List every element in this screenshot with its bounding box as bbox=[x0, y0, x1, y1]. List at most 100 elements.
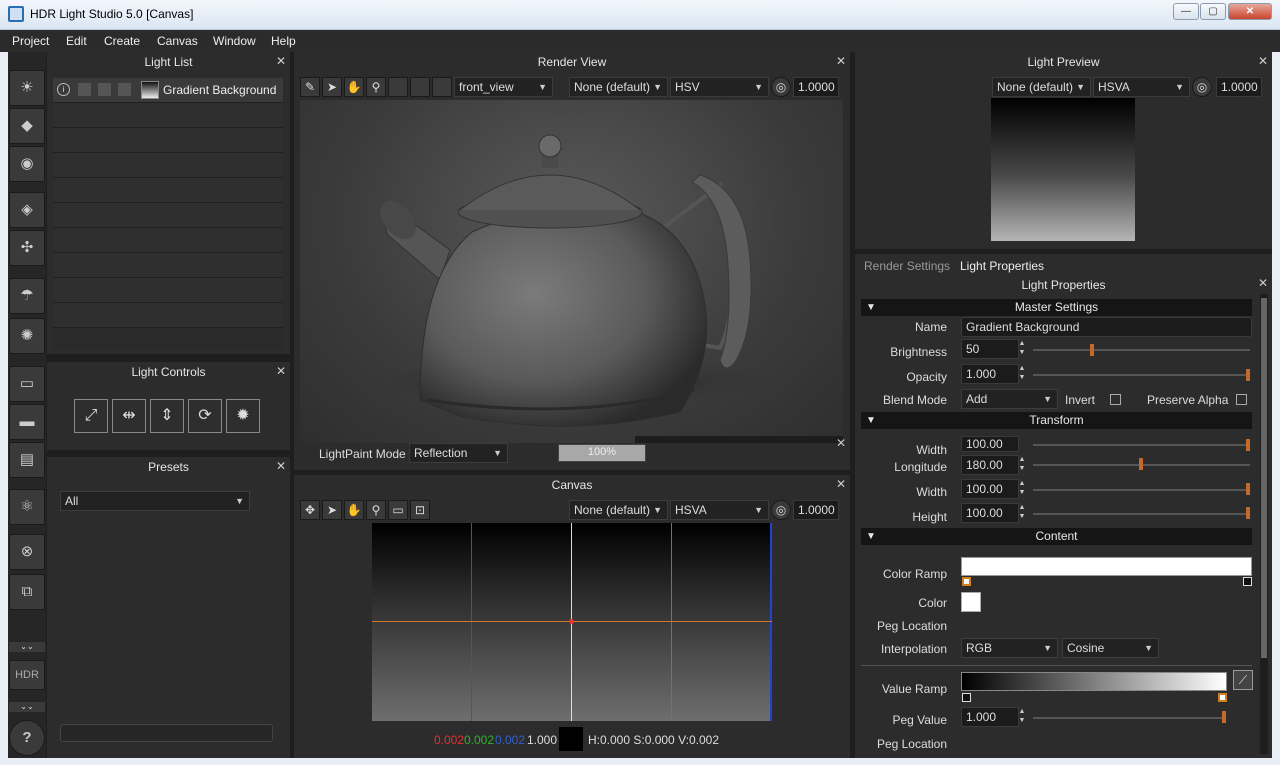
image-light-button[interactable]: ▬ bbox=[9, 404, 45, 440]
height-slider-thumb[interactable] bbox=[1246, 507, 1250, 519]
longitude-slider-thumb[interactable] bbox=[1139, 458, 1143, 470]
value-ramp[interactable] bbox=[961, 672, 1227, 691]
close-panel-icon[interactable]: ✕ bbox=[836, 54, 846, 68]
close-panel-icon[interactable]: ✕ bbox=[276, 364, 286, 378]
menu-create[interactable]: Create bbox=[104, 34, 140, 48]
light-handle[interactable] bbox=[569, 619, 574, 624]
longitude-spinner[interactable]: ▲ ▼ bbox=[1015, 455, 1029, 475]
tab-light-properties[interactable]: Light Properties bbox=[960, 259, 1044, 273]
width-control-button[interactable]: ⇹ bbox=[112, 399, 146, 433]
zoom-icon[interactable]: ⚲ bbox=[366, 500, 386, 520]
width2-field[interactable]: 100.00 bbox=[961, 479, 1019, 499]
hdri-light-button[interactable]: ▤ bbox=[9, 442, 45, 478]
scrollbar-thumb[interactable] bbox=[1261, 298, 1267, 658]
add-softbox-tool-button[interactable]: ◆ bbox=[9, 108, 45, 144]
canvas-lut-select[interactable]: None (default) ▼ bbox=[569, 500, 668, 520]
peg-value-slider-thumb[interactable] bbox=[1222, 711, 1226, 723]
color-swatch-button[interactable] bbox=[961, 592, 981, 612]
select-arrow-icon[interactable]: ➤ bbox=[322, 500, 342, 520]
visibility-icon[interactable] bbox=[78, 83, 91, 96]
interpolation-type-select[interactable]: Cosine ▼ bbox=[1062, 638, 1159, 658]
height-slider[interactable] bbox=[1033, 513, 1250, 515]
brightness-field[interactable]: 50 bbox=[961, 339, 1019, 359]
frame-tool-icon[interactable]: ▭ bbox=[388, 500, 408, 520]
solo-icon[interactable]: i bbox=[57, 83, 70, 96]
add-grid-light-button[interactable]: ✣ bbox=[9, 230, 45, 266]
tool-slot-icon[interactable] bbox=[388, 77, 408, 97]
add-flag-tool-button[interactable]: ◈ bbox=[9, 192, 45, 228]
expand-arrow-icon[interactable]: ⌄⌄ bbox=[9, 642, 45, 652]
content-header[interactable]: ▼ Content bbox=[861, 528, 1252, 545]
preview-exposure-field[interactable]: 1.0000 bbox=[1216, 77, 1262, 97]
brightness-slider[interactable] bbox=[1033, 349, 1250, 351]
fit-view-icon[interactable]: ⊡ bbox=[410, 500, 430, 520]
opacity-spinner[interactable]: ▲ ▼ bbox=[1015, 364, 1029, 384]
add-light-tool-button[interactable]: ☀ bbox=[9, 70, 45, 106]
canvas-color-mode-select[interactable]: HSVA ▼ bbox=[670, 500, 769, 520]
close-panel-icon[interactable]: ✕ bbox=[276, 459, 286, 473]
paint-tool-icon[interactable]: ✎ bbox=[300, 77, 320, 97]
exposure-icon[interactable]: ◎ bbox=[771, 77, 791, 97]
properties-scrollbar[interactable] bbox=[1260, 294, 1268, 754]
canvas-view[interactable] bbox=[372, 523, 772, 721]
expand-arrow-icon[interactable]: ⌄⌄ bbox=[9, 702, 45, 712]
menu-window[interactable]: Window bbox=[213, 34, 256, 48]
color-ramp-peg-end[interactable] bbox=[1243, 577, 1252, 586]
add-sun-button[interactable]: ✺ bbox=[9, 318, 45, 354]
master-settings-header[interactable]: ▼ Master Settings bbox=[861, 299, 1252, 316]
longitude-field[interactable]: 180.00 bbox=[961, 455, 1019, 475]
color-ramp[interactable] bbox=[961, 557, 1252, 576]
hdr-button[interactable]: HDR bbox=[9, 660, 45, 690]
duplicate-light-button[interactable]: ⧉ bbox=[9, 574, 45, 610]
peg-value-field[interactable]: 1.000 bbox=[961, 707, 1019, 727]
add-spot-tool-button[interactable]: ◉ bbox=[9, 146, 45, 182]
zoom-icon[interactable]: ⚲ bbox=[366, 77, 386, 97]
maximize-button[interactable]: ▢ bbox=[1200, 3, 1226, 20]
opacity-slider[interactable] bbox=[1033, 374, 1250, 376]
scale-control-button[interactable]: ⤢ bbox=[74, 399, 108, 433]
color-mode-select[interactable]: HSV ▼ bbox=[670, 77, 769, 97]
close-panel-icon[interactable]: ✕ bbox=[836, 436, 846, 450]
peg-value-slider[interactable] bbox=[1033, 717, 1225, 719]
opacity-slider-thumb[interactable] bbox=[1246, 369, 1250, 381]
opacity-field[interactable]: 1.000 bbox=[961, 364, 1019, 384]
pan-hand-icon[interactable]: ✋ bbox=[344, 500, 364, 520]
brightness-slider-thumb[interactable] bbox=[1089, 344, 1094, 356]
blend-mode-select[interactable]: Add ▼ bbox=[961, 389, 1058, 409]
peg-value-spinner[interactable]: ▲ ▼ bbox=[1015, 707, 1029, 727]
lock-icon[interactable] bbox=[118, 83, 131, 96]
tool-slot-icon[interactable] bbox=[410, 77, 430, 97]
move-tool-icon[interactable]: ✥ bbox=[300, 500, 320, 520]
width-slider[interactable] bbox=[1033, 444, 1250, 446]
lightpaint-mode-select[interactable]: Reflection ▼ bbox=[409, 443, 508, 463]
close-button[interactable]: ✕ bbox=[1228, 3, 1272, 20]
preview-lut-select[interactable]: None (default) ▼ bbox=[992, 77, 1091, 97]
height-control-button[interactable]: ⇕ bbox=[150, 399, 184, 433]
select-arrow-icon[interactable]: ➤ bbox=[322, 77, 342, 97]
color-ramp-peg-start[interactable] bbox=[962, 577, 971, 586]
height-field[interactable]: 100.00 bbox=[961, 503, 1019, 523]
help-button[interactable]: ? bbox=[9, 720, 45, 756]
lut-select[interactable]: None (default) ▼ bbox=[569, 77, 668, 97]
width2-slider[interactable] bbox=[1033, 489, 1250, 491]
minimize-button[interactable]: — bbox=[1173, 3, 1199, 20]
value-ramp-peg-start[interactable] bbox=[962, 693, 971, 702]
menu-project[interactable]: Project bbox=[12, 34, 49, 48]
preview-color-mode-select[interactable]: HSVA ▼ bbox=[1093, 77, 1190, 97]
height-spinner[interactable]: ▲ ▼ bbox=[1015, 503, 1029, 523]
curve-editor-button[interactable]: ⟋ bbox=[1233, 670, 1253, 690]
transform-header[interactable]: ▼ Transform bbox=[861, 412, 1252, 429]
close-panel-icon[interactable]: ✕ bbox=[1258, 54, 1268, 68]
menu-canvas[interactable]: Canvas bbox=[157, 34, 198, 48]
width2-slider-thumb[interactable] bbox=[1246, 483, 1250, 495]
gradient-preset-button[interactable]: ▭ bbox=[9, 366, 45, 402]
canvas-exposure-field[interactable]: 1.0000 bbox=[793, 500, 839, 520]
exposure-icon[interactable]: ◎ bbox=[771, 500, 791, 520]
presets-search-input[interactable] bbox=[60, 724, 273, 742]
brightness-spinner[interactable]: ▲ ▼ bbox=[1015, 339, 1029, 359]
menu-help[interactable]: Help bbox=[271, 34, 296, 48]
pan-hand-icon[interactable]: ✋ bbox=[344, 77, 364, 97]
preserve-alpha-checkbox[interactable] bbox=[1236, 394, 1247, 405]
interpolation-space-select[interactable]: RGB ▼ bbox=[961, 638, 1058, 658]
width2-spinner[interactable]: ▲ ▼ bbox=[1015, 479, 1029, 499]
